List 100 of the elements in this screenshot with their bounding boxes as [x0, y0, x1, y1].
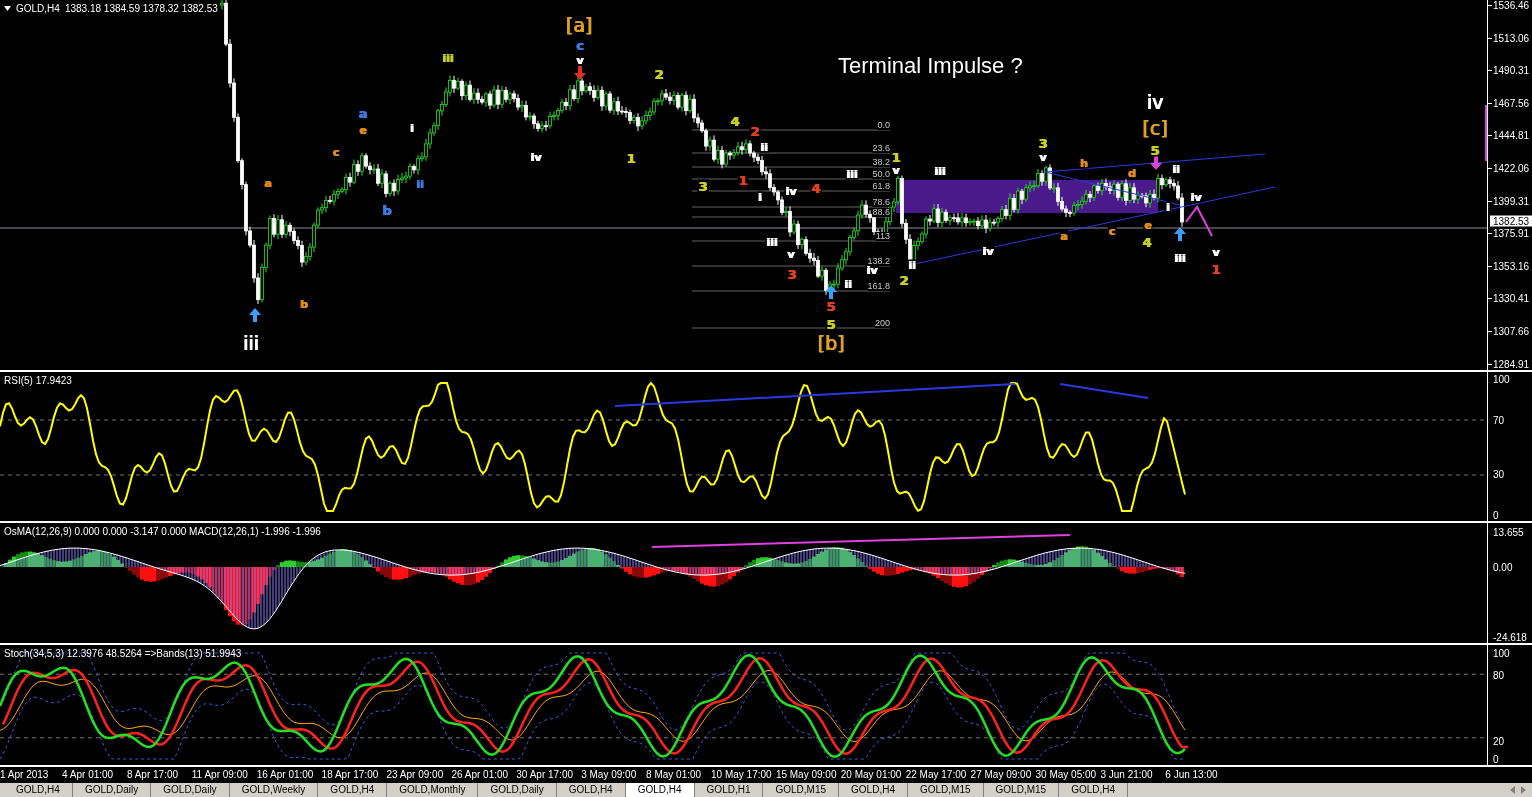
wave-label: 4	[729, 114, 741, 128]
wave-label: ii	[907, 259, 917, 271]
price-axis-label: 1330.41	[1493, 292, 1530, 304]
dropdown-icon[interactable]	[4, 6, 11, 11]
wave-label: b	[299, 298, 309, 310]
marker-line	[1485, 105, 1487, 161]
wave-label: ii	[843, 278, 853, 290]
wave-label: ii	[415, 178, 425, 190]
price-axis-label: 1399.31	[1493, 195, 1530, 207]
wave-label: ii	[759, 141, 769, 153]
wave-label: 1	[737, 173, 749, 187]
wave-label: iv	[529, 151, 543, 163]
wave-label: 4	[810, 181, 822, 195]
wave-label: [c]	[1141, 118, 1169, 138]
wave-label: 3	[1037, 136, 1049, 150]
stoch-axis-label: 20	[1493, 735, 1505, 747]
arrow-down-icon	[574, 66, 586, 80]
time-axis-label: 22 May 17:00	[905, 769, 967, 780]
wave-label: 3	[697, 179, 709, 193]
time-axis-label: 26 Apr 01:00	[451, 769, 509, 780]
fib-level-label: 78.6	[872, 198, 890, 207]
time-axis-label: 30 May 05:00	[1035, 769, 1097, 780]
time-axis-label: 3 Jun 21:00	[1100, 769, 1153, 780]
wave-label: 1	[1210, 262, 1222, 276]
wave-label: iv	[784, 185, 798, 197]
time-axis-label: 1 Apr 2013	[0, 769, 49, 780]
wave-label: 1	[625, 151, 637, 165]
wave-label: b	[381, 203, 393, 217]
fib-level-label: 161.8	[867, 282, 890, 291]
wave-label: d	[1127, 167, 1137, 179]
price-axis-label: 1467.56	[1493, 97, 1530, 109]
price-axis-label: 1284.91	[1493, 358, 1530, 370]
wave-label: 5	[1149, 143, 1161, 157]
arrow-up-icon	[1174, 227, 1186, 241]
wave-label: [a]	[564, 15, 594, 35]
time-axis-label: 8 Apr 17:00	[126, 769, 179, 780]
current-price-label: 1382.53	[1490, 215, 1532, 227]
arrow-up-icon	[825, 285, 837, 299]
wave-label: 3	[786, 267, 798, 281]
wave-label: i	[409, 122, 415, 134]
time-axis-label: 30 Apr 17:00	[516, 769, 573, 780]
indicator-label: Stoch(34,5,3) 12.3976 48.5264 =>Bands(13) 51.9943	[4, 648, 242, 659]
fib-level-label: 88.6	[872, 208, 890, 217]
fib-level-label: 200	[874, 319, 890, 328]
projection-line	[1185, 205, 1213, 237]
fib-level-label: 38.2	[872, 158, 890, 167]
indicator-label: RSI(5) 17.9423	[4, 375, 72, 386]
time-axis-label: 8 May 01:00	[646, 769, 702, 780]
time-axis-label: 15 May 09:00	[775, 769, 837, 780]
time-axis-label: 27 May 09:00	[970, 769, 1032, 780]
stoch-axis-label: 80	[1493, 669, 1505, 681]
arrow-up-icon	[249, 308, 261, 322]
chevron-left-icon[interactable]	[1510, 786, 1515, 794]
price-axis-label: 1307.66	[1493, 325, 1530, 337]
wave-label: iv	[981, 245, 995, 257]
wave-label: h	[1079, 157, 1089, 169]
wave-label: iii	[933, 165, 947, 177]
fib-level-label: 0.0	[877, 121, 890, 130]
wave-label: 2	[898, 273, 910, 287]
time-axis-label: 3 May 09:00	[581, 769, 637, 780]
time-axis-label: 4 Apr 01:00	[62, 769, 114, 780]
fib-level-label: 23.6	[872, 144, 890, 153]
rsi-axis-label: 70	[1493, 414, 1505, 426]
time-axis-label: 18 Apr 17:00	[321, 769, 379, 780]
chevron-right-icon[interactable]	[1521, 786, 1526, 794]
price-axis-label: 1536.46	[1493, 0, 1530, 11]
wave-label: iii	[441, 52, 455, 64]
symbol-label: GOLD,H4	[16, 3, 60, 14]
wave-label: 5	[825, 317, 837, 331]
stoch-axis-label: 100	[1493, 647, 1510, 659]
price-axis-label: 1513.06	[1493, 32, 1530, 44]
wave-label: iv	[865, 264, 879, 276]
wave-label: iii	[1173, 252, 1187, 264]
wave-label: iii	[845, 168, 859, 180]
chart-tab[interactable]: GOLD,H4	[625, 783, 695, 797]
time-axis-label: 20 May 01:00	[840, 769, 902, 780]
price-axis-label: 1422.06	[1493, 162, 1530, 174]
time-axis-label: 23 Apr 09:00	[386, 769, 444, 780]
wave-label: 4	[1141, 235, 1153, 249]
wave-label: ii	[1171, 163, 1181, 175]
rsi-axis-label: 30	[1493, 468, 1505, 480]
wave-label: 5	[825, 299, 837, 313]
wave-label: 2	[749, 124, 761, 138]
wave-label: i	[1165, 201, 1171, 213]
time-axis-label: 11 Apr 09:00	[191, 769, 248, 780]
wave-label: iii	[242, 333, 260, 353]
ohlc-values: 1383.18 1384.59 1378.32 1382.53	[64, 3, 218, 14]
macd-axis-label: 13.655	[1493, 526, 1524, 538]
fib-level-label: 61.8	[872, 182, 890, 191]
price-axis-label: 1490.31	[1493, 64, 1530, 76]
wave-label: c	[1107, 225, 1117, 237]
wave-label: 1	[890, 150, 902, 164]
indicator-label: OsMA(12,26,9) 0.000 0.000 -3.147 0.000 MACD(12,26,1) -1.996 -1.996	[4, 526, 321, 537]
stoch-axis-label: 0	[1493, 753, 1499, 765]
time-axis-label: 10 May 17:00	[711, 769, 772, 780]
wave-label: iv	[1189, 191, 1203, 203]
macd-axis-label: 0.00	[1493, 561, 1513, 573]
wave-label: iv	[1145, 92, 1165, 112]
wave-label: i	[757, 191, 763, 203]
price-axis-label: 1353.16	[1493, 260, 1530, 272]
